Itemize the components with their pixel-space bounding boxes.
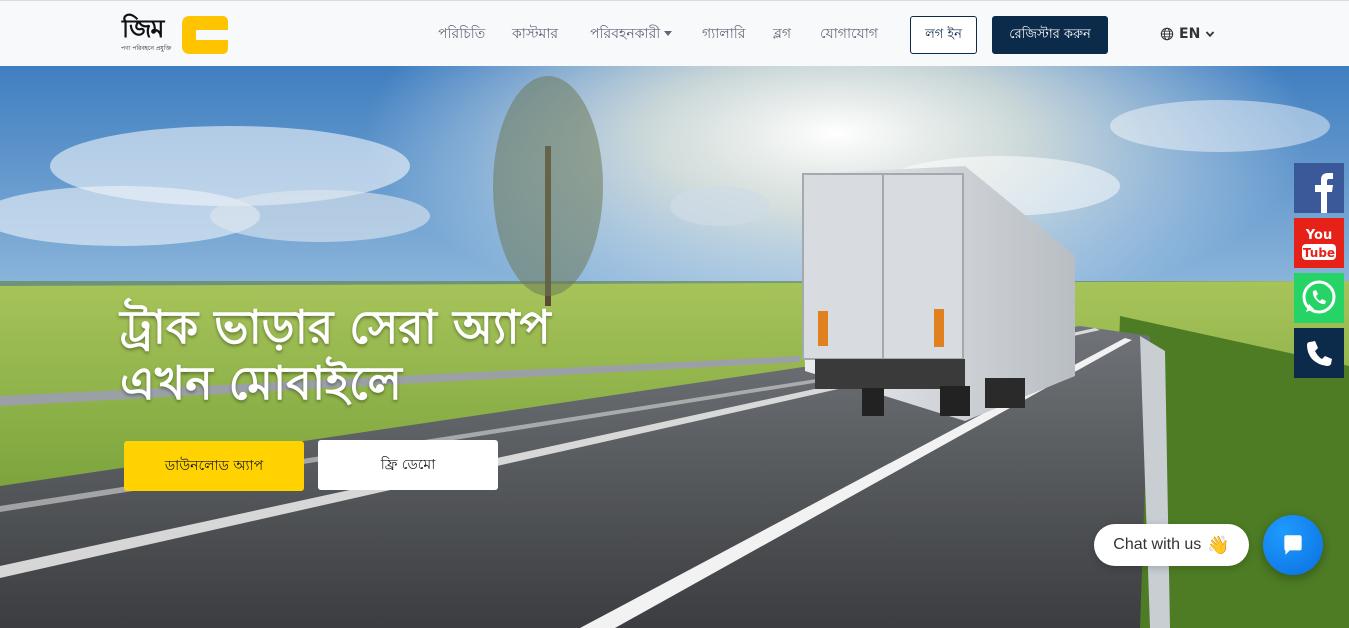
nav-about-label: পরিচিতি (438, 26, 486, 42)
phone-link[interactable] (1294, 328, 1344, 378)
nav-blog-label: ব্লগ (773, 26, 792, 42)
globe-icon (1160, 27, 1174, 41)
nav-about[interactable]: পরিচিতি (438, 23, 485, 45)
svg-text:You: You (1305, 228, 1332, 243)
nav-customer[interactable]: কাস্টমার (512, 23, 558, 45)
hero-title-line-1: ট্রাক ভাড়ার সেরা অ্যাপ (120, 300, 551, 354)
svg-text:Tube: Tube (1303, 246, 1335, 260)
free-demo-button[interactable]: ফ্রি ডেমো (318, 440, 498, 490)
brand-name: জিম (122, 14, 164, 43)
phone-icon (1294, 328, 1344, 378)
chevron-down-icon (1206, 31, 1215, 38)
brand-logo[interactable]: জিম পণ্য পরিবহনে প্রযুক্তি (120, 14, 232, 56)
nav-customer-label: কাস্টমার (512, 26, 559, 42)
nav-gallery[interactable]: গ্যালারি (702, 23, 746, 45)
download-app-button[interactable]: ডাউনলোড অ্যাপ (124, 441, 304, 491)
hero-title: ট্রাক ভাড়ার সেরা অ্যাপ এখন মোবাইলে (120, 299, 680, 411)
chat-launcher-button[interactable] (1263, 515, 1323, 575)
caret-down-icon (664, 30, 673, 36)
hero-title-line-2: এখন মোবাইলে (120, 356, 402, 410)
nav-transporter-label: পরিবহনকারী (590, 26, 661, 42)
whatsapp-icon (1294, 273, 1344, 323)
nav-gallery-label: গ্যালারি (702, 26, 746, 42)
language-code: EN (1179, 26, 1201, 42)
site-header: জিম পণ্য পরিবহনে প্রযুক্তি পরিচিতি কাস্ট… (0, 0, 1349, 66)
nav-contact-label: যোগাযোগ (820, 26, 878, 42)
nav-transporter-dropdown[interactable]: পরিবহনকারী (590, 23, 673, 45)
language-selector[interactable]: EN (1160, 23, 1215, 45)
wave-hand-icon: 👋 (1207, 534, 1230, 555)
youtube-icon: You Tube (1294, 218, 1344, 268)
chat-prompt-bubble[interactable]: Chat with us 👋 (1094, 524, 1249, 566)
facebook-link[interactable] (1294, 163, 1344, 213)
facebook-icon (1294, 163, 1344, 213)
whatsapp-link[interactable] (1294, 273, 1344, 323)
chat-icon (1284, 535, 1302, 555)
chat-prompt-text: Chat with us (1113, 536, 1202, 553)
youtube-link[interactable]: You Tube (1294, 218, 1344, 268)
nav-blog[interactable]: ব্লগ (773, 23, 791, 45)
logo-mark-icon (182, 16, 228, 54)
nav-contact[interactable]: যোগাযোগ (820, 23, 878, 45)
register-button[interactable]: রেজিস্টার করুন (992, 16, 1108, 54)
login-button[interactable]: লগ ইন (910, 16, 977, 54)
brand-tagline: পণ্য পরিবহনে প্রযুক্তি (121, 45, 172, 52)
